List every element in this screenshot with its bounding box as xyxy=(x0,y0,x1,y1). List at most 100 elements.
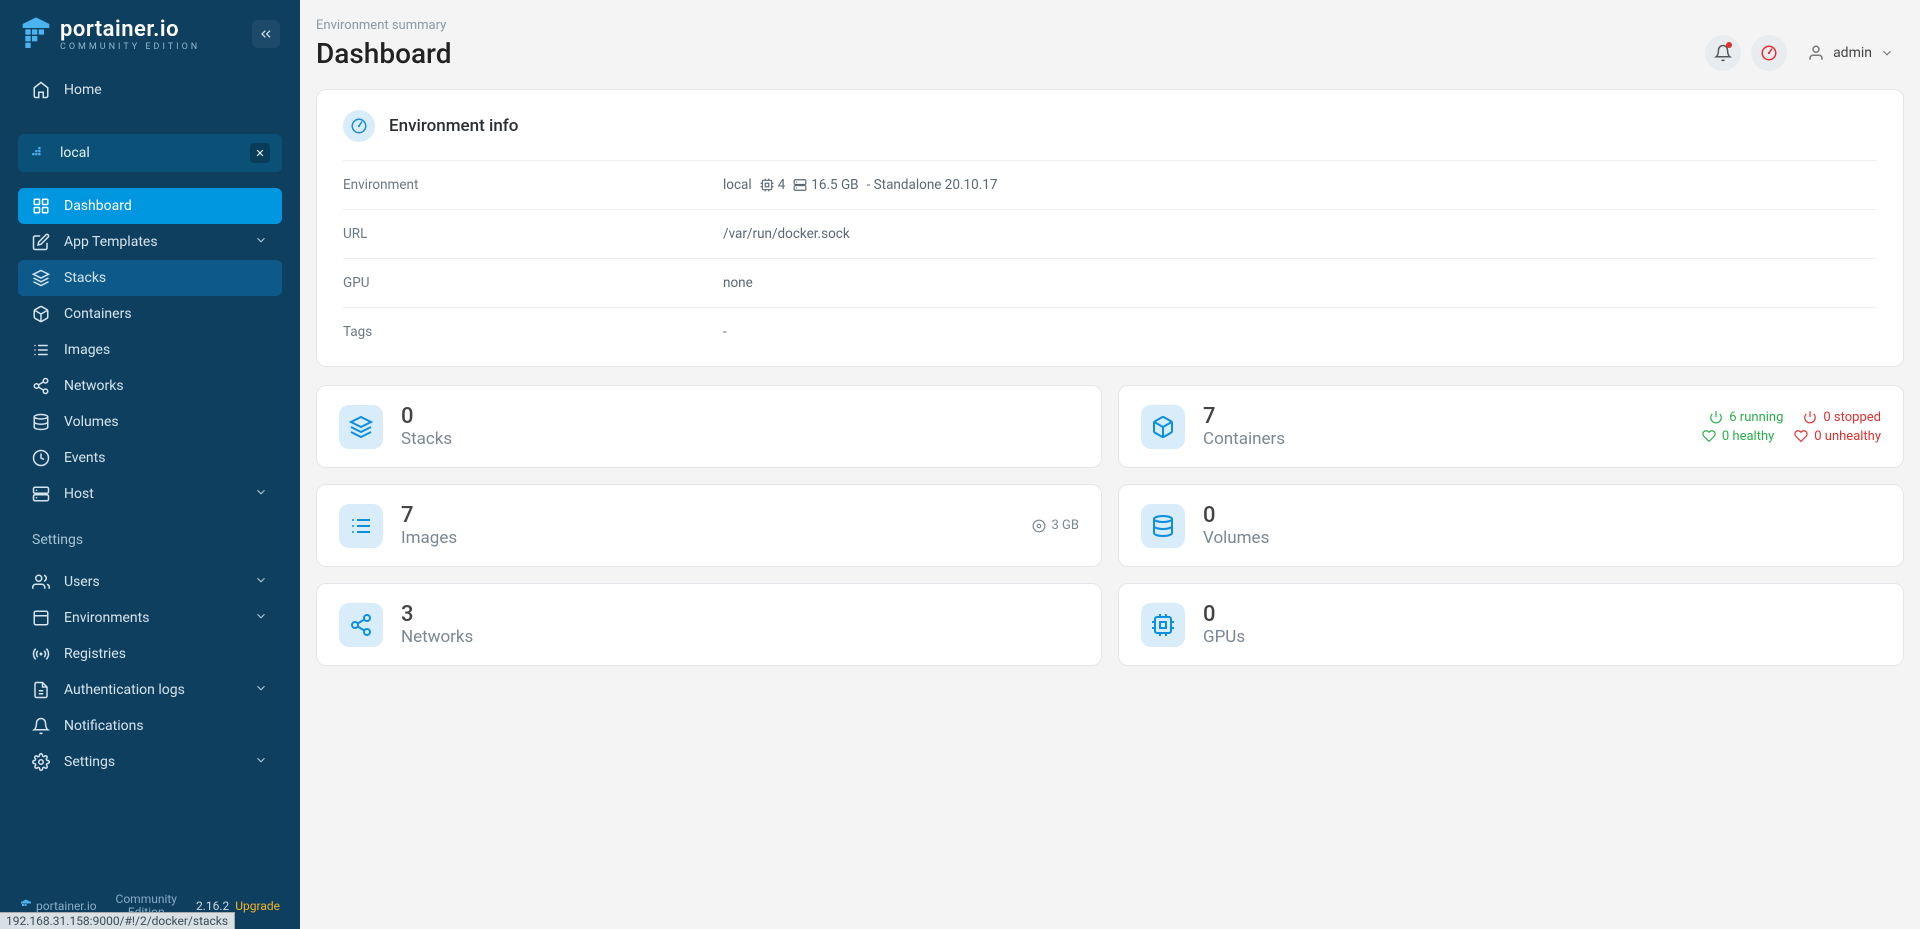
sidebar-item-label: Environments xyxy=(64,610,149,626)
share-icon xyxy=(32,377,50,395)
box-icon xyxy=(32,305,50,323)
gpu-value: none xyxy=(723,275,753,291)
stat-card-gpus[interactable]: 0 GPUs xyxy=(1118,583,1904,666)
close-icon[interactable]: ✕ xyxy=(250,143,270,163)
sidebar-item-app-templates[interactable]: App Templates xyxy=(18,224,282,260)
stat-card-volumes[interactable]: 0 Volumes xyxy=(1118,484,1904,567)
portainer-logo-icon xyxy=(20,16,52,52)
chevron-down-icon xyxy=(254,681,268,699)
heart-icon xyxy=(1794,429,1808,443)
stacks-label: Stacks xyxy=(401,429,452,449)
sidebar-item-environments[interactable]: Environments xyxy=(18,600,282,636)
heart-icon xyxy=(1702,429,1716,443)
chevron-down-icon xyxy=(254,233,268,251)
volumes-count: 0 xyxy=(1203,503,1269,528)
gpu-row-label: GPU xyxy=(343,275,723,291)
clock-icon xyxy=(32,449,50,467)
brand-name: portainer.io xyxy=(60,17,200,42)
containers-label: Containers xyxy=(1203,429,1285,449)
sidebar-item-home[interactable]: Home xyxy=(18,72,282,108)
sidebar-item-notifications[interactable]: Notifications xyxy=(18,708,282,744)
footer-brand: portainer.io xyxy=(36,899,97,913)
upgrade-link[interactable]: Upgrade xyxy=(235,899,280,913)
sidebar-item-label: Images xyxy=(64,342,110,358)
sidebar-item-label: Users xyxy=(64,574,100,590)
user-menu-button[interactable]: admin xyxy=(1797,38,1904,68)
cpu-icon xyxy=(760,178,774,192)
sidebar-item-users[interactable]: Users xyxy=(18,564,282,600)
env-ram: 16.5 GB xyxy=(811,177,858,193)
footer-version: 2.16.2 xyxy=(196,899,229,913)
sidebar-item-authentication-logs[interactable]: Authentication logs xyxy=(18,672,282,708)
sidebar-item-label: Host xyxy=(64,486,94,502)
notifications-button[interactable] xyxy=(1705,35,1741,71)
sidebar-item-networks[interactable]: Networks xyxy=(18,368,282,404)
list-icon xyxy=(339,504,383,548)
memory-icon xyxy=(793,178,807,192)
list-icon xyxy=(32,341,50,359)
environment-info-heading: Environment info xyxy=(389,116,518,136)
chevron-down-icon xyxy=(254,573,268,591)
chevron-down-icon xyxy=(254,753,268,771)
sidebar-item-label: Volumes xyxy=(64,414,119,430)
sidebar-item-label: Dashboard xyxy=(64,198,132,214)
power-icon xyxy=(1803,410,1817,424)
activity-button[interactable] xyxy=(1751,35,1787,71)
environment-info-card: Environment info Environment local 4 16.… xyxy=(316,89,1904,367)
running-count: 6 running xyxy=(1729,410,1783,425)
sidebar-environment-label: local xyxy=(60,145,90,161)
env-cpu: 4 xyxy=(778,177,786,193)
brand-edition: COMMUNITY EDITION xyxy=(60,42,200,52)
sidebar-item-label: Settings xyxy=(64,754,115,770)
stat-card-networks[interactable]: 3 Networks xyxy=(316,583,1102,666)
sidebar-item-host[interactable]: Host xyxy=(18,476,282,512)
sidebar-item-label: Authentication logs xyxy=(64,682,185,698)
tags-row-label: Tags xyxy=(343,324,723,340)
layers-icon xyxy=(339,405,383,449)
radio-icon xyxy=(32,645,50,663)
share-icon xyxy=(339,603,383,647)
sidebar-item-containers[interactable]: Containers xyxy=(18,296,282,332)
cpu-icon xyxy=(1141,603,1185,647)
sidebar-item-label: Registries xyxy=(64,646,126,662)
stacks-count: 0 xyxy=(401,404,452,429)
chevron-down-icon xyxy=(1880,46,1894,60)
sidebar-item-registries[interactable]: Registries xyxy=(18,636,282,672)
stat-card-containers[interactable]: 7 Containers 6 running 0 stopped 0 healt… xyxy=(1118,385,1904,468)
sidebar-item-stacks[interactable]: Stacks xyxy=(18,260,282,296)
containers-count: 7 xyxy=(1203,404,1285,429)
logo[interactable]: portainer.io COMMUNITY EDITION xyxy=(20,16,200,52)
stat-card-images[interactable]: 7 Images 3 GB xyxy=(316,484,1102,567)
sidebar: portainer.io COMMUNITY EDITION Home loca… xyxy=(0,0,300,929)
tags-value: - xyxy=(723,324,727,340)
images-size: 3 GB xyxy=(1052,518,1080,533)
sidebar-item-label: Containers xyxy=(64,306,132,322)
sidebar-item-settings[interactable]: Settings xyxy=(18,744,282,780)
sidebar-item-volumes[interactable]: Volumes xyxy=(18,404,282,440)
bell-icon xyxy=(32,717,50,735)
layers-icon xyxy=(32,269,50,287)
sidebar-environment-pill[interactable]: local ✕ xyxy=(18,134,282,172)
gauge-icon xyxy=(343,110,375,142)
sidebar-item-events[interactable]: Events xyxy=(18,440,282,476)
sidebar-collapse-button[interactable] xyxy=(252,20,280,48)
stat-card-stacks[interactable]: 0 Stacks xyxy=(316,385,1102,468)
sidebar-item-label: App Templates xyxy=(64,234,158,250)
page-title: Dashboard xyxy=(316,37,451,70)
sidebar-item-images[interactable]: Images xyxy=(18,332,282,368)
images-count: 7 xyxy=(401,503,457,528)
sidebar-item-label: Notifications xyxy=(64,718,144,734)
images-label: Images xyxy=(401,528,457,548)
gear-icon xyxy=(32,753,50,771)
users-icon xyxy=(32,573,50,591)
env-row-label: Environment xyxy=(343,177,723,193)
unhealthy-count: 0 unhealthy xyxy=(1814,429,1881,444)
grid-icon xyxy=(32,197,50,215)
power-icon xyxy=(1709,410,1723,424)
home-icon xyxy=(32,81,50,99)
docker-icon xyxy=(30,144,48,162)
url-row-label: URL xyxy=(343,226,723,242)
sidebar-item-label: Networks xyxy=(64,378,124,394)
sidebar-item-dashboard[interactable]: Dashboard xyxy=(18,188,282,224)
main-content: Environment summary Dashboard admin Envi… xyxy=(300,0,1920,929)
